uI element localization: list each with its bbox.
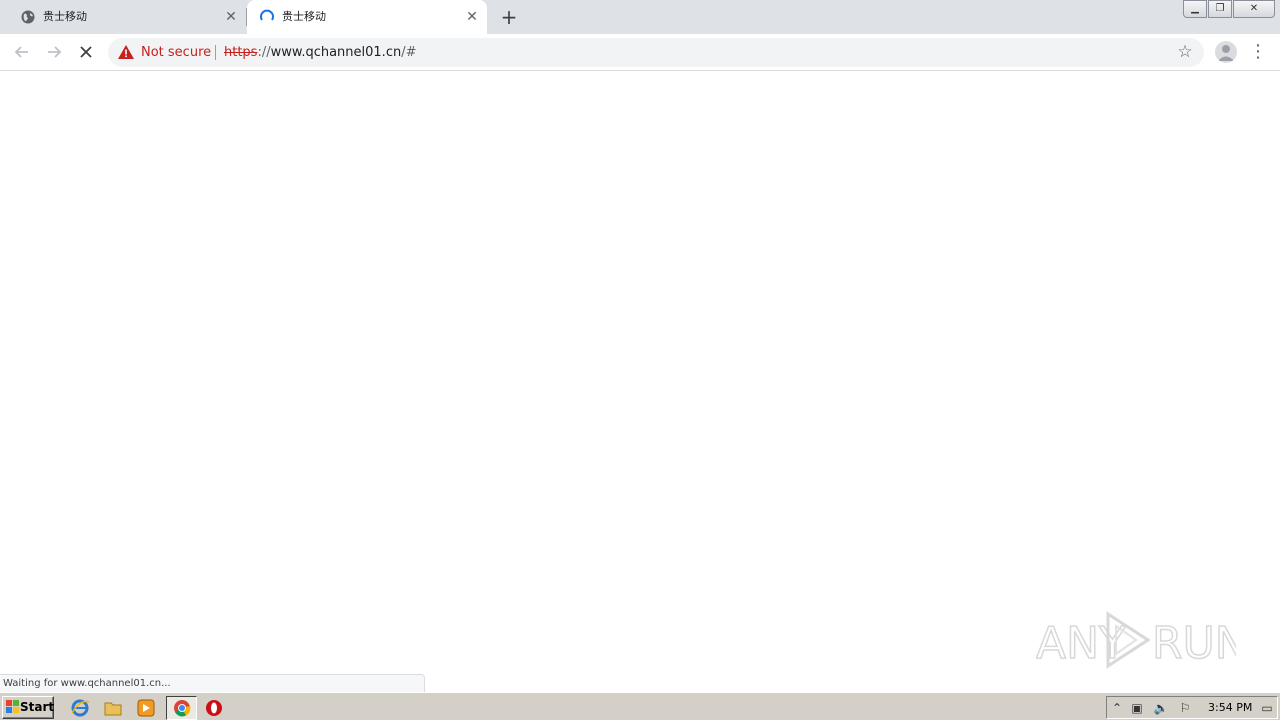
close-window-button[interactable]: ✕ (1233, 0, 1275, 18)
svg-text:RUN: RUN (1152, 618, 1236, 669)
network-icon[interactable]: ▣ (1129, 700, 1145, 716)
page-content (0, 72, 1280, 692)
url-text[interactable]: https://www.qchannel01.cn/# (224, 45, 416, 60)
action-center-flag-icon[interactable]: ⚐ (1177, 700, 1193, 716)
tab-2-title: 贵士移动 (282, 10, 326, 23)
tab-2-close-icon[interactable]: ✕ (465, 10, 479, 24)
tab-1-close-icon[interactable]: ✕ (224, 10, 238, 24)
address-bar[interactable]: Not secure https://www.qchannel01.cn/# ☆ (108, 38, 1204, 67)
opera-icon[interactable] (203, 697, 225, 719)
clock[interactable]: 3:54 PM (1208, 700, 1252, 716)
url-host: www.qchannel01.cn (270, 45, 402, 60)
tab-1[interactable]: 贵士移动 ✕ (0, 0, 246, 34)
warning-icon (118, 45, 134, 59)
url-scheme-separator: :// (257, 45, 271, 60)
chrome-icon (174, 700, 191, 717)
taskbar-chrome-button[interactable] (166, 696, 197, 720)
stop-loading-button[interactable] (75, 41, 97, 63)
forward-button[interactable] (43, 41, 65, 63)
system-tray: ⌃ ▣ 🔈 ⚐ 3:54 PM ▭ (1106, 696, 1278, 719)
more-menu-icon[interactable]: ⋮ (1249, 41, 1267, 63)
profile-avatar[interactable] (1215, 41, 1237, 63)
show-hidden-icons-icon[interactable]: ⌃ (1109, 700, 1125, 716)
back-button[interactable] (11, 41, 33, 63)
tab-1-title: 贵士移动 (43, 10, 87, 23)
taskbar: Start ⌃ ▣ 🔈 ⚐ 3:54 PM ▭ (0, 692, 1280, 720)
status-bubble: Waiting for www.qchannel01.cn... (0, 674, 425, 692)
globe-icon (21, 10, 35, 24)
anyrun-watermark: ANY RUN (1036, 611, 1236, 670)
folder-icon[interactable] (102, 697, 124, 719)
windows-logo-icon (6, 700, 19, 713)
arrow-right-icon (48, 46, 62, 58)
close-icon (80, 46, 92, 58)
minimize-button[interactable]: ▁ (1183, 0, 1207, 18)
url-scheme: https (224, 45, 258, 60)
media-player-icon[interactable] (135, 697, 157, 719)
restore-button[interactable]: ❐ (1208, 0, 1232, 18)
browser-toolbar: Not secure https://www.qchannel01.cn/# ☆… (0, 34, 1280, 71)
bookmark-star-icon[interactable]: ☆ (1176, 43, 1194, 61)
tab-strip: 贵士移动 ✕ 贵士移动 ✕ + ▁ ❐ ✕ (0, 0, 1280, 34)
arrow-left-icon (14, 46, 28, 58)
omnibox-separator (215, 45, 216, 60)
show-desktop-icon[interactable]: ▭ (1259, 700, 1275, 716)
new-tab-button[interactable]: + (498, 6, 520, 28)
volume-icon[interactable]: 🔈 (1153, 700, 1169, 716)
url-path: /# (401, 45, 417, 60)
internet-explorer-icon[interactable] (69, 697, 91, 719)
person-icon (1218, 45, 1234, 61)
start-label: Start (20, 700, 55, 714)
loading-spinner-icon (260, 9, 274, 21)
start-button[interactable]: Start (2, 696, 54, 719)
not-secure-label[interactable]: Not secure (141, 45, 211, 60)
tab-2[interactable]: 贵士移动 ✕ (247, 0, 487, 34)
